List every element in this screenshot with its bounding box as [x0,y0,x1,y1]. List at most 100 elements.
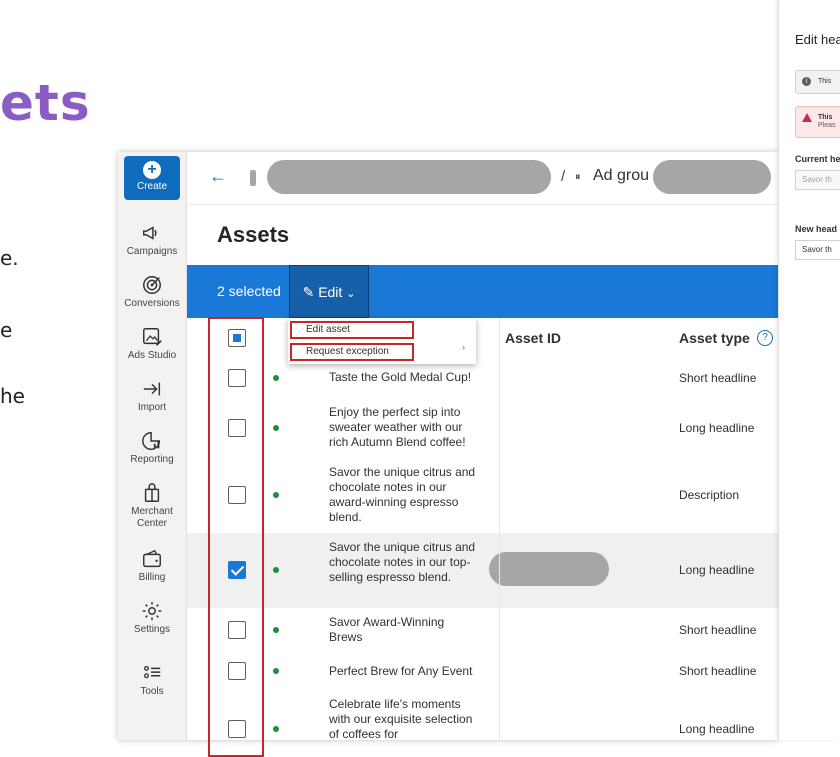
info-text: This [818,78,832,85]
shopping-bag-icon [144,483,160,502]
status-dot [273,668,279,674]
status-dot [273,627,279,633]
selected-count: 2 selected [217,283,281,299]
asset-type: Short headline [679,623,757,637]
wallet-icon [143,549,161,568]
create-label: Create [136,181,167,192]
nav-label: Reporting [130,454,174,465]
nav-item-ads-studio[interactable]: Ads Studio [118,326,186,362]
nav-item-campaigns[interactable]: Campaigns [118,222,186,258]
asset-text: Savor Award-Winning Brews [329,615,445,644]
nav-item-tools[interactable]: Tools [118,662,186,698]
redacted-mark [250,170,256,186]
page-title: Assets [217,222,290,247]
pie-chart-icon [142,432,161,450]
status-dot [273,567,279,573]
status-dot [273,425,279,431]
warning-icon [802,113,812,122]
nav-label: Settings [133,624,171,635]
asset-type: Long headline [679,563,755,577]
nav-item-conversions[interactable]: Conversions [118,274,186,310]
target-icon [143,276,161,294]
redacted-account-name [267,160,551,194]
nav-label: Conversions [124,298,180,309]
asset-type: Long headline [679,722,755,736]
current-headline-label: Current he [795,154,840,164]
nav-item-import[interactable]: Import [118,378,186,414]
menu-item-request-exception[interactable]: Request exception [290,343,414,361]
redacted-adgroup-name [653,160,771,194]
breadcrumb: ← / ⏸ Ad grou ⌄ [187,152,778,205]
table-row-selected[interactable]: Savor the unique citrus and chocolate no… [187,533,778,609]
slide-text-line: e [0,318,13,342]
nav-item-settings[interactable]: Settings [118,600,186,636]
status-dot [273,726,279,732]
help-icon[interactable]: ? [757,330,773,346]
gear-icon [142,601,162,621]
table-row[interactable]: Taste the Gold Medal Cup! Short headline [187,358,778,399]
asset-type: Short headline [679,371,757,385]
plus-icon: + [143,161,161,179]
megaphone-icon [143,226,157,240]
nav-item-billing[interactable]: Billing [118,548,186,584]
asset-text: Taste the Gold Medal Cup! [329,370,472,384]
image-edit-icon [143,328,162,346]
table-header: Asset ID Asset type ? [187,318,778,359]
checkbox-column-highlight [208,317,264,757]
table-row[interactable]: Savor Award-Winning Brews Short headline [187,608,778,654]
edit-dropdown-menu: Edit asset Request exception › [288,318,476,364]
new-headline-input[interactable]: Savor th [795,240,840,260]
breadcrumb-separator: / [561,168,566,185]
slide-title: ets [0,74,91,132]
assets-table: Asset ID Asset type ? Taste the Gold Med… [187,318,778,740]
panel-title: Edit hea [795,32,840,47]
table-row[interactable]: Savor the unique citrus and chocolate no… [187,458,778,534]
slide-text-line: he [0,384,25,408]
asset-type: Short headline [679,664,757,678]
edit-headline-panel: Edit hea i This This Pleas Current he Sa… [778,0,840,740]
nav-label: Tools [140,686,164,697]
left-nav-rail: + Create Campaigns Conversions Ads Studi… [118,152,187,740]
warning-subtext: Pleas [818,122,836,129]
table-row[interactable]: Enjoy the perfect sip into sweater weath… [187,398,778,459]
current-headline-field: Savor th [795,170,840,190]
asset-text: Savor the unique citrus and chocolate no… [329,540,476,584]
redacted-asset-id [489,552,609,586]
info-notice: i This [795,70,840,94]
selection-action-bar: 2 selected ✎ Edit ⌄ [187,265,778,318]
column-divider [499,318,500,740]
asset-type: Description [679,488,740,502]
asset-text: Perfect Brew for Any Event [329,664,473,678]
chevron-down-icon: ⌄ [346,288,356,300]
asset-text: Celebrate life's moments with our exquis… [329,697,473,740]
table-row[interactable]: Perfect Brew for Any Event Short headlin… [187,653,778,691]
slide-text-line: e. [0,246,19,270]
column-header-asset-id[interactable]: Asset ID [505,330,561,346]
pencil-icon: ✎ [302,284,315,300]
create-button[interactable]: + Create [124,156,180,200]
nav-label: Campaigns [126,246,178,257]
status-dot [273,375,279,381]
nav-label: Ads Studio [127,350,177,361]
column-header-asset-type[interactable]: Asset type [679,330,750,346]
nav-item-reporting[interactable]: Reporting [118,430,186,466]
back-arrow-icon[interactable]: ← [209,166,227,187]
table-row[interactable]: Celebrate life's moments with our exquis… [187,690,778,740]
new-headline-label: New head [795,224,838,234]
nav-label: Merchant Center [131,506,173,529]
edit-label: Edit [318,284,343,300]
nav-item-merchant-center[interactable]: Merchant Center [118,482,186,530]
breadcrumb-adgroup[interactable]: Ad grou [593,167,649,185]
tools-list-icon [144,665,161,679]
menu-item-edit-asset[interactable]: Edit asset [290,321,414,339]
pause-icon: ⏸ [575,171,581,183]
edit-button[interactable]: ✎ Edit ⌄ [289,265,369,318]
nav-label: Billing [138,572,166,583]
asset-text: Savor the unique citrus and chocolate no… [329,465,476,524]
asset-text: Enjoy the perfect sip into sweater weath… [329,405,466,449]
info-icon: i [802,77,811,86]
warning-notice: This Pleas [795,106,840,138]
nav-label: Import [137,402,167,413]
asset-type: Long headline [679,421,755,435]
chevron-right-icon: › [462,342,465,352]
